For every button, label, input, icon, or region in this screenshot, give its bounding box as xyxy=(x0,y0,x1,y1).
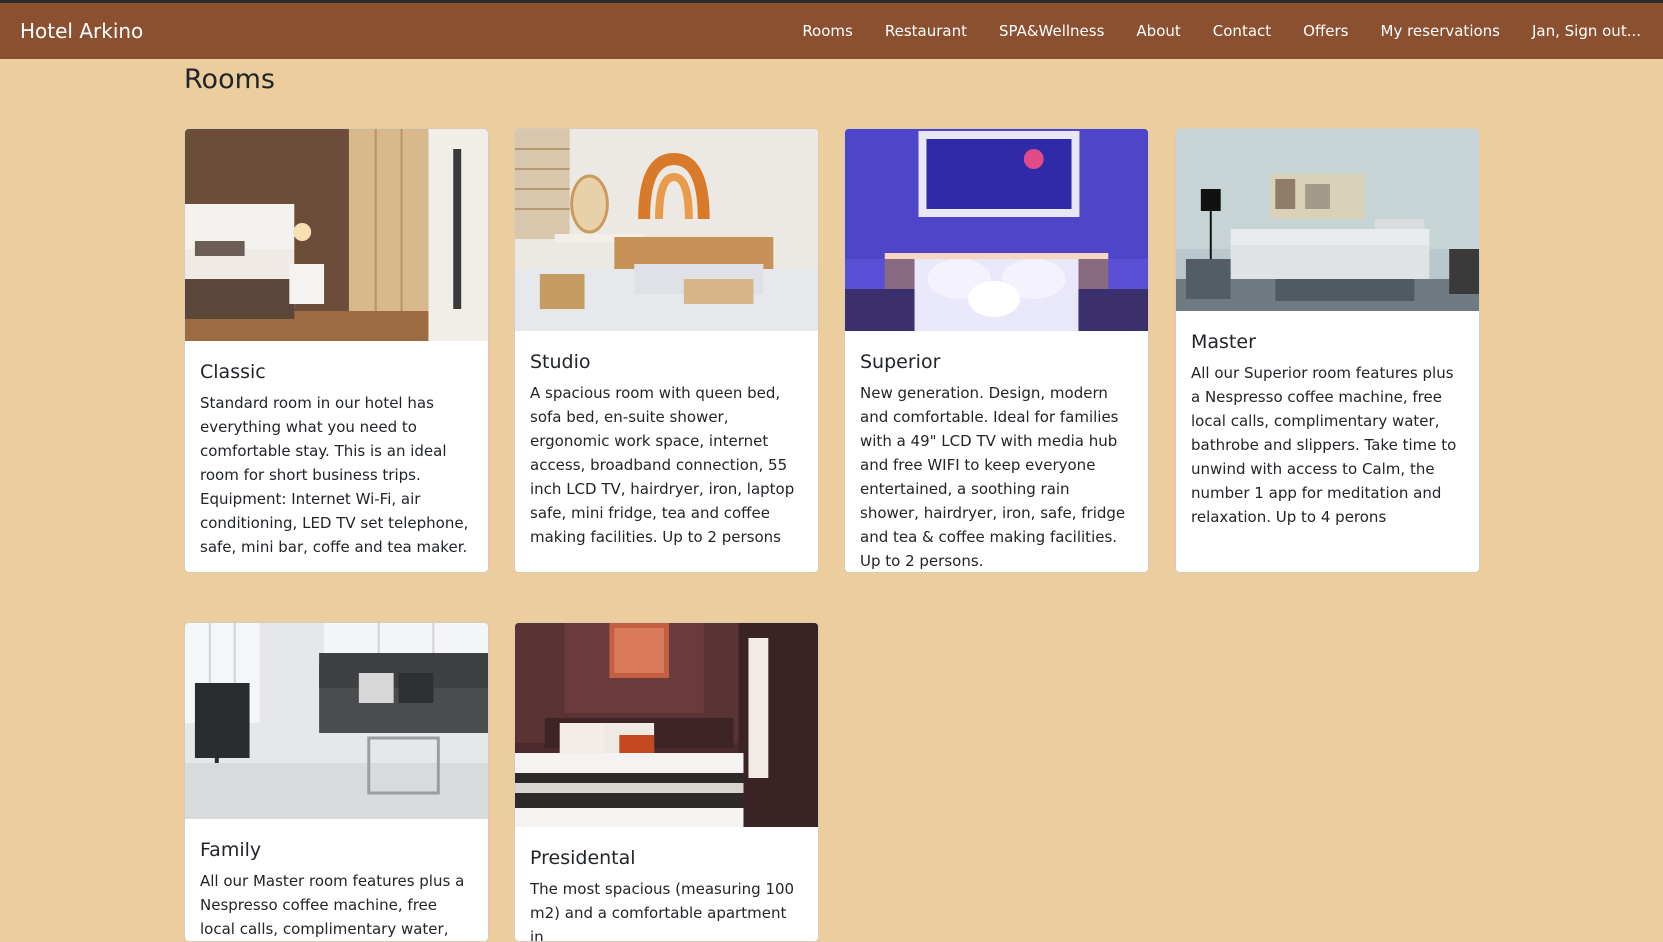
room-image-superior xyxy=(845,129,1148,331)
nav-about[interactable]: About xyxy=(1136,21,1180,41)
room-description-classic: Standard room in our hotel has everythin… xyxy=(200,394,469,556)
nav-spa-wellness[interactable]: SPA&Wellness xyxy=(999,21,1104,41)
room-card-family[interactable]: Family All our Master room features plus… xyxy=(184,622,489,942)
room-image-studio xyxy=(515,129,818,331)
room-card-classic[interactable]: Classic Standard room in our hotel has e… xyxy=(184,128,489,573)
nav-rooms[interactable]: Rooms xyxy=(802,21,853,41)
room-title-studio: Studio xyxy=(530,351,591,373)
nav-my-reservations[interactable]: My reservations xyxy=(1381,21,1500,41)
nav-user-sign-out[interactable]: Jan, Sign out... xyxy=(1532,21,1641,41)
room-image-presidental xyxy=(515,623,818,827)
room-card-studio[interactable]: Studio A spacious room with queen bed, s… xyxy=(514,128,819,573)
room-title-family: Family xyxy=(200,839,262,861)
navbar: Hotel Arkino Rooms Restaurant SPA&Wellne… xyxy=(0,3,1663,59)
room-image-family xyxy=(185,623,488,819)
nav-offers[interactable]: Offers xyxy=(1303,21,1348,41)
room-card-master[interactable]: Master All our Superior room features pl… xyxy=(1175,128,1480,573)
room-title-classic: Classic xyxy=(200,361,266,383)
room-card-presidental[interactable]: Presidental The most spacious (measuring… xyxy=(514,622,819,942)
room-description-presidental: The most spacious (measuring 100 m2) and… xyxy=(530,880,795,942)
room-description-family: All our Master room features plus a Nesp… xyxy=(200,872,465,938)
room-title-master: Master xyxy=(1191,331,1256,353)
room-image-master xyxy=(1176,129,1479,311)
room-title-superior: Superior xyxy=(860,351,941,373)
nav-links: Rooms Restaurant SPA&Wellness About Cont… xyxy=(770,3,1641,59)
room-description-master: All our Superior room features plus a Ne… xyxy=(1191,364,1457,526)
nav-contact[interactable]: Contact xyxy=(1213,21,1271,41)
room-image-classic xyxy=(185,129,488,341)
room-title-presidental: Presidental xyxy=(530,847,636,869)
room-description-superior: New generation. Design, modern and comfo… xyxy=(860,384,1126,570)
page-title: Rooms xyxy=(184,64,275,95)
nav-restaurant[interactable]: Restaurant xyxy=(885,21,967,41)
room-description-studio: A spacious room with queen bed, sofa bed… xyxy=(530,384,795,546)
brand-link[interactable]: Hotel Arkino xyxy=(20,18,143,44)
room-card-superior[interactable]: Superior New generation. Design, modern … xyxy=(844,128,1149,573)
